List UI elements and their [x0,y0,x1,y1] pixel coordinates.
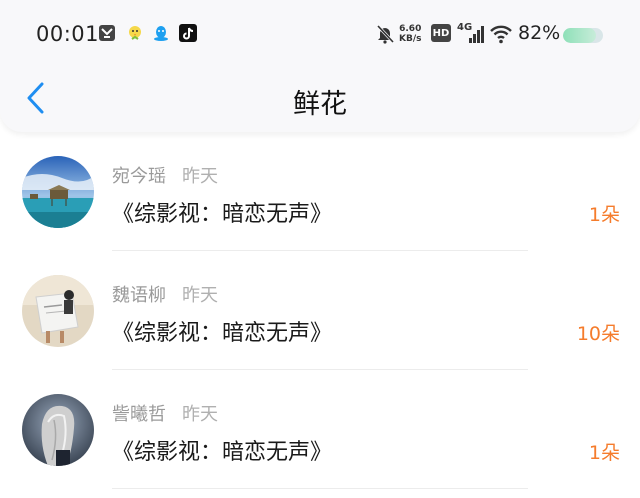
list-item[interactable]: 宛今瑶 昨天 《综影视：暗恋无声》 1朵 [0,132,640,251]
book-title[interactable]: 《综影视：暗恋无声》 [112,434,332,466]
status-time: 00:01 [36,22,100,46]
list-item[interactable]: 魏语柳 昨天 《综影视：暗恋无声》 10朵 [0,251,640,370]
page-title: 鲜花 [293,89,347,120]
flower-count: 10朵 [576,323,620,345]
app-notify-icon [98,24,116,42]
bell-off-icon [375,24,395,44]
network-type: 4G [457,22,473,33]
hd-badge-text: HD [432,27,450,39]
flowers-screen: 00:01 6.60 KB/s HD 4G 82% 鲜花 宛今瑶 昨天 《综影视… [0,0,640,498]
sender-line: 宛今瑶 昨天 [112,162,218,188]
flower-count: 1朵 [588,204,620,226]
battery-icon [563,28,603,43]
qq-icon [152,24,170,42]
net-speed: 6.60 KB/s [399,24,421,44]
sender-name: 訾曦哲 [112,404,166,425]
send-date: 昨天 [182,285,218,306]
hd-icon: HD [431,24,451,42]
net-speed-value: 6.60 [399,24,422,34]
divider [112,488,528,489]
avatar[interactable] [22,275,94,347]
wifi-icon [490,24,512,44]
nav-bar: 鲜花 [0,72,640,128]
battery-percent: 82% [518,22,561,44]
sender-line: 魏语柳 昨天 [112,281,218,307]
book-title[interactable]: 《综影视：暗恋无声》 [112,196,332,228]
header: 00:01 6.60 KB/s HD 4G 82% 鲜花 [0,0,640,132]
avatar[interactable] [22,394,94,466]
send-date: 昨天 [182,166,218,187]
avatar[interactable] [22,156,94,228]
chick-icon [126,24,144,42]
sender-name: 魏语柳 [112,285,166,306]
book-title[interactable]: 《综影视：暗恋无声》 [112,315,332,347]
battery-fill [563,28,596,43]
status-bar: 00:01 6.60 KB/s HD 4G 82% [0,0,640,72]
flower-list: 宛今瑶 昨天 《综影视：暗恋无声》 1朵 魏语柳 昨天 《综影视：暗恋无声》 1… [0,132,640,489]
signal-icon: 4G [457,22,485,44]
send-date: 昨天 [182,404,218,425]
net-speed-unit: KB/s [399,34,422,44]
flower-count: 1朵 [588,442,620,464]
list-item[interactable]: 訾曦哲 昨天 《综影视：暗恋无声》 1朵 [0,370,640,489]
tiktok-icon [179,24,197,42]
sender-line: 訾曦哲 昨天 [112,400,218,426]
sender-name: 宛今瑶 [112,166,166,187]
